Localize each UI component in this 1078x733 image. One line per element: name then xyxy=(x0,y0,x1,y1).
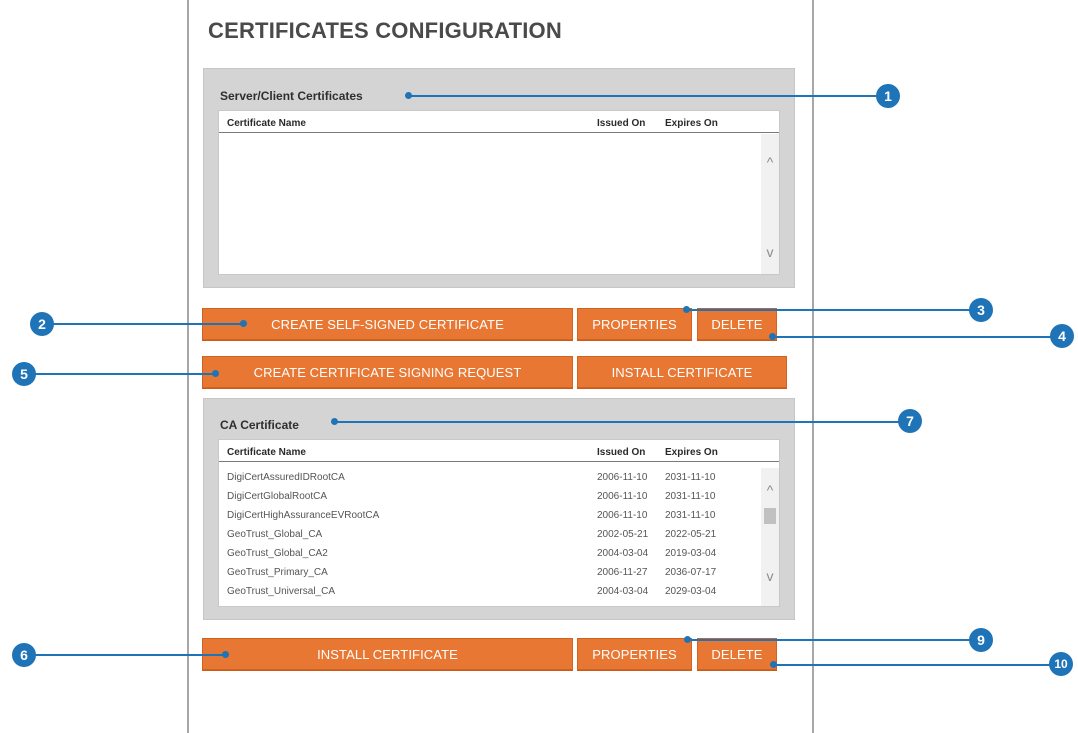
expires-date: 2036-07-17 xyxy=(665,567,717,578)
server-client-panel-title: Server/Client Certificates xyxy=(220,89,363,103)
expires-date: 2031-11-10 xyxy=(665,510,716,521)
callout-7-line xyxy=(335,421,905,423)
server-install-certificate-button[interactable]: INSTALL CERTIFICATE xyxy=(577,356,787,388)
callout-4-badge: 4 xyxy=(1050,324,1074,348)
ca-certificate-row[interactable]: DigiCertGlobalRootCA 2006-11-10 2031-11-… xyxy=(219,488,755,506)
expires-date: 2019-03-04 xyxy=(665,548,717,559)
callout-9-badge: 9 xyxy=(969,628,993,652)
callout-5-line xyxy=(34,373,216,375)
callout-3-line xyxy=(687,309,974,311)
expires-date: 2022-05-21 xyxy=(665,529,717,540)
certificate-name: DigiCertGlobalRootCA xyxy=(227,491,328,502)
create-self-signed-certificate-button[interactable]: CREATE SELF-SIGNED CERTIFICATE xyxy=(202,308,573,340)
ca-certificate-row[interactable]: DigiCertHighAssuranceEVRootCA 2006-11-10… xyxy=(219,507,755,525)
ca-certificate-row[interactable]: GeoTrust_Global_CA 2002-05-21 2022-05-21 xyxy=(219,526,755,544)
issued-date: 2004-03-04 xyxy=(597,548,649,559)
issued-date: 2006-11-10 xyxy=(597,491,648,502)
certificate-name: GeoTrust_Global_CA2 xyxy=(227,548,328,559)
callout-1-badge: 1 xyxy=(876,84,900,108)
ca-properties-button[interactable]: PROPERTIES xyxy=(577,638,692,670)
expires-date: 2029-03-04 xyxy=(665,586,717,597)
ca-certificate-row[interactable]: GeoTrust_Universal_CA 2004-03-04 2029-03… xyxy=(219,583,755,601)
server-client-certificate-list[interactable]: Certificate Name Issued On Expires On ^ … xyxy=(218,110,780,275)
callout-9-line xyxy=(688,639,974,641)
callout-2-line xyxy=(52,323,244,325)
certificate-name: GeoTrust_Global_CA xyxy=(227,529,323,540)
callout-2-dot xyxy=(240,320,247,327)
issued-date: 2006-11-27 xyxy=(597,567,648,578)
ca-certificate-row[interactable]: GeoTrust_Primary_CA 2006-11-27 2036-07-1… xyxy=(219,564,755,582)
column-expires-on[interactable]: Expires On xyxy=(665,118,718,129)
callout-1-line xyxy=(409,95,881,97)
ca-list-header: Certificate Name Issued On Expires On xyxy=(219,440,779,462)
server-client-certificates-panel: Server/Client Certificates Certificate N… xyxy=(203,68,795,288)
ca-certificate-row[interactable]: DigiCertAssuredIDRootCA 2006-11-10 2031-… xyxy=(219,469,755,487)
scroll-up-icon[interactable]: ^ xyxy=(761,154,779,170)
scroll-down-icon[interactable]: v xyxy=(761,568,779,584)
column-issued-on[interactable]: Issued On xyxy=(597,447,645,458)
ca-certificate-list[interactable]: Certificate Name Issued On Expires On Di… xyxy=(218,439,780,607)
column-certificate-name[interactable]: Certificate Name xyxy=(227,447,306,458)
callout-10-badge: 10 xyxy=(1049,652,1073,676)
certificate-name: DigiCertHighAssuranceEVRootCA xyxy=(227,510,380,521)
callout-6-line xyxy=(34,654,226,656)
ca-certificate-row[interactable]: GeoTrust_Global_CA2 2004-03-04 2019-03-0… xyxy=(219,545,755,563)
ca-install-certificate-button[interactable]: INSTALL CERTIFICATE xyxy=(202,638,573,670)
page-title: CERTIFICATES CONFIGURATION xyxy=(208,18,562,43)
callout-6-dot xyxy=(222,651,229,658)
callout-5-dot xyxy=(212,370,219,377)
issued-date: 2004-03-04 xyxy=(597,586,649,597)
expires-date: 2031-11-10 xyxy=(665,472,716,483)
expires-date: 2031-11-10 xyxy=(665,491,716,502)
ca-certificate-panel: CA Certificate Certificate Name Issued O… xyxy=(203,398,795,620)
scroll-up-icon[interactable]: ^ xyxy=(761,482,779,498)
certificate-name: GeoTrust_Primary_CA xyxy=(227,567,328,578)
server-delete-button[interactable]: DELETE xyxy=(697,308,777,340)
scroll-thumb[interactable] xyxy=(764,508,776,524)
scroll-down-icon[interactable]: v xyxy=(761,244,779,260)
create-certificate-signing-request-button[interactable]: CREATE CERTIFICATE SIGNING REQUEST xyxy=(202,356,573,388)
column-expires-on[interactable]: Expires On xyxy=(665,447,718,458)
issued-date: 2006-11-10 xyxy=(597,510,648,521)
issued-date: 2006-11-10 xyxy=(597,472,648,483)
ca-delete-button[interactable]: DELETE xyxy=(697,638,777,670)
column-certificate-name[interactable]: Certificate Name xyxy=(227,118,306,129)
issued-date: 2002-05-21 xyxy=(597,529,649,540)
callout-7-badge: 7 xyxy=(898,409,922,433)
server-client-scrollbar[interactable]: ^ v xyxy=(761,134,779,274)
callout-4-line xyxy=(773,336,1055,338)
callout-10-line xyxy=(774,664,1055,666)
callout-3-badge: 3 xyxy=(969,298,993,322)
server-properties-button[interactable]: PROPERTIES xyxy=(577,308,692,340)
callout-6-badge: 6 xyxy=(12,643,36,667)
ca-panel-title: CA Certificate xyxy=(220,418,299,432)
callout-5-badge: 5 xyxy=(12,362,36,386)
certificate-name: GeoTrust_Universal_CA xyxy=(227,586,336,597)
callout-2-badge: 2 xyxy=(30,312,54,336)
server-client-list-header: Certificate Name Issued On Expires On xyxy=(219,111,779,133)
ca-scrollbar[interactable]: ^ v xyxy=(761,468,779,606)
certificate-name: DigiCertAssuredIDRootCA xyxy=(227,472,345,483)
column-issued-on[interactable]: Issued On xyxy=(597,118,645,129)
